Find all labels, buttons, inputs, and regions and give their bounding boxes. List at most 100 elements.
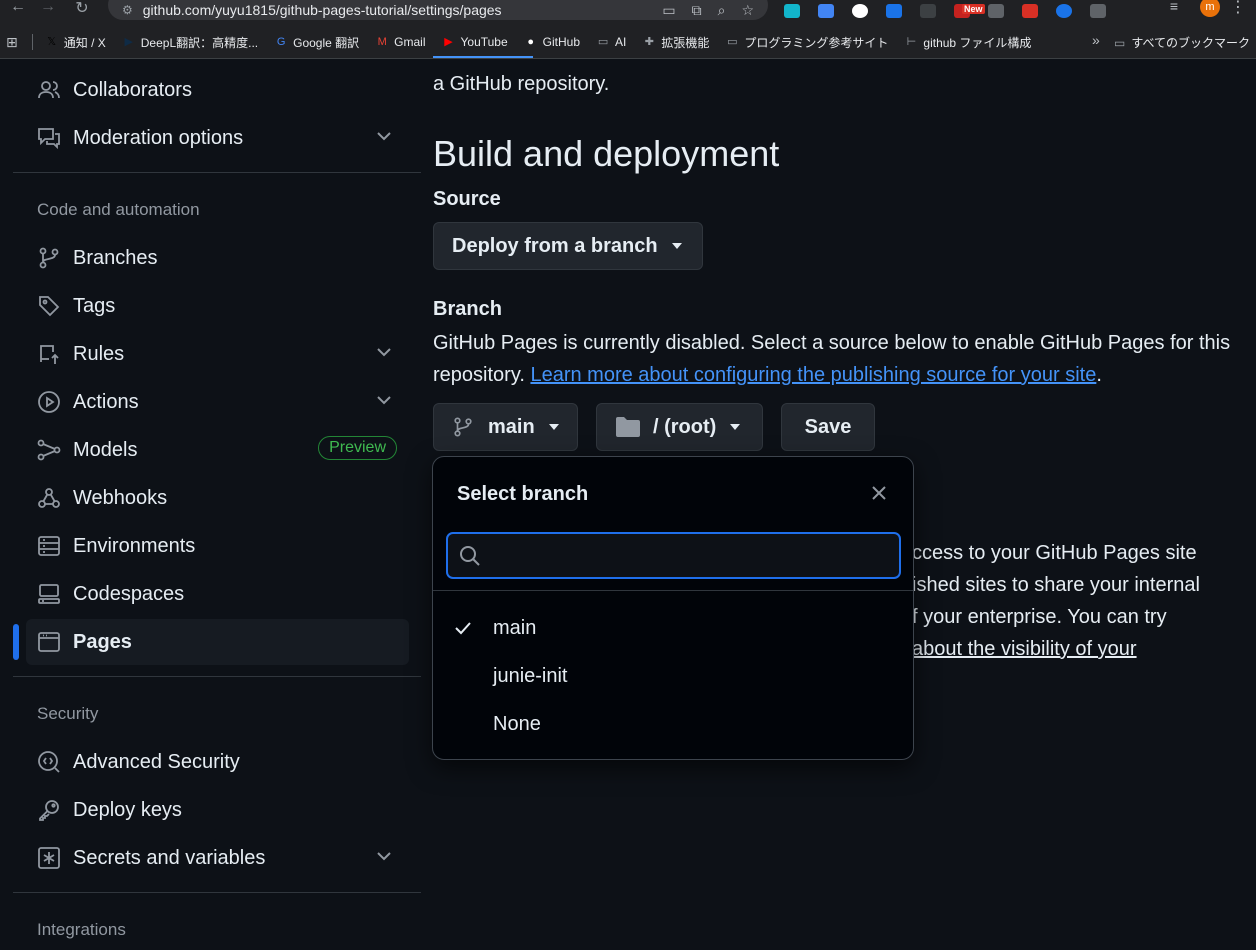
extension-blue-icon[interactable] (886, 4, 902, 18)
all-bookmarks-label: すべてのブックマーク (1131, 36, 1250, 50)
sidebar-item-moderation-options[interactable]: Moderation options (26, 115, 409, 161)
chevron-down-icon[interactable] (375, 847, 393, 865)
extension-shazam-icon[interactable] (1056, 4, 1072, 18)
install-app-icon[interactable]: ▭ (662, 2, 675, 19)
branch-option-junie-init[interactable]: junie-init (433, 653, 913, 699)
intro-link-fragment[interactable] (433, 48, 533, 58)
browser-toolbar: ← → ↻ ⚙ github.com/yuyu1815/github-pages… (0, 0, 1256, 26)
media-control-icon[interactable]: ≡ (1170, 0, 1178, 14)
bookmark-star-icon[interactable]: ☆ (741, 2, 754, 19)
sidebar-divider (13, 676, 421, 677)
site-info-icon[interactable]: ⚙ (122, 3, 133, 17)
extensions-puzzle-icon[interactable] (1090, 4, 1106, 18)
triangle-down-icon (730, 424, 741, 430)
sidebar-item-collaborators[interactable]: Collaborators (26, 67, 409, 113)
codespaces-icon (36, 581, 62, 607)
sidebar-item-models[interactable]: Models Preview (26, 427, 409, 473)
bookmark-item[interactable]: ⊢ github ファイル構成 (904, 34, 1032, 51)
sidebar-item-label: Codespaces (73, 582, 185, 605)
translate-extension-icon[interactable] (784, 4, 800, 18)
branch-option-label: None (493, 712, 541, 735)
bookmark-label: Google 翻訳 (293, 35, 360, 50)
chevron-down-icon[interactable] (375, 343, 393, 361)
sidebar-item-label: Moderation options (73, 126, 244, 149)
zoom-icon[interactable]: ⌕ (718, 2, 726, 19)
source-label: Source (433, 188, 501, 210)
sidebar-item-deploy-keys[interactable]: Deploy keys (26, 787, 409, 833)
google-translate-extension-icon[interactable] (818, 4, 834, 18)
bookmark-item[interactable]: 𝕏 通知 / X (45, 34, 105, 51)
extension-clip-icon[interactable] (920, 4, 936, 18)
sidebar-item-label: Actions (73, 390, 139, 413)
branch-search-input[interactable] (490, 545, 890, 566)
bookmark-item[interactable]: G Google 翻訳 (274, 34, 359, 51)
sidebar-item-branches[interactable]: Branches (26, 235, 409, 281)
save-button[interactable]: Save (781, 403, 875, 451)
learn-more-link[interactable]: Learn more about configuring the publish… (530, 364, 1096, 386)
chevron-down-icon[interactable] (375, 391, 393, 409)
bookmark-item[interactable]: ✚ 拡張機能 (642, 34, 710, 51)
visibility-text-line: ished sites to share your internal (912, 574, 1200, 596)
reload-icon[interactable]: ↻ (64, 0, 100, 18)
sidebar-item-actions[interactable]: Actions (26, 379, 409, 425)
sidebar-divider (13, 172, 421, 173)
branch-option-none[interactable]: None (433, 701, 913, 747)
all-bookmarks[interactable]: ▭ すべてのブックマーク (1114, 34, 1250, 51)
forward-icon[interactable]: → (30, 0, 66, 16)
menu-icon[interactable]: ⋮ (1230, 0, 1246, 17)
check-icon (433, 618, 493, 638)
branch-option-main[interactable]: main (433, 605, 913, 651)
sidebar-item-secrets-and-variables[interactable]: Secrets and variables (26, 835, 409, 881)
key-asterisk-icon (36, 845, 62, 871)
settings-sidebar: Collaborators Moderation options Code an… (0, 60, 421, 950)
youtube-icon: ▶ (444, 36, 453, 48)
sidebar-item-webhooks[interactable]: Webhooks (26, 475, 409, 521)
source-dropdown-button[interactable]: Deploy from a branch (433, 222, 703, 270)
visibility-learn-more-link[interactable]: about the visibility of your (912, 638, 1137, 661)
profile-avatar[interactable]: m (1200, 0, 1220, 17)
branch-search-field[interactable] (446, 532, 901, 579)
sidebar-item-label: Models (73, 438, 138, 461)
google-translate-icon: G (276, 36, 286, 48)
search-icon (458, 544, 482, 568)
sidebar-item-label: Pages (73, 630, 132, 653)
sidebar-item-label: Branches (73, 246, 158, 269)
dropdown-title: Select branch (457, 483, 589, 505)
bookmark-label: Gmail (394, 35, 426, 49)
translate-page-icon[interactable]: ⧉ (692, 2, 702, 19)
more-bookmarks-icon[interactable]: » (1092, 32, 1100, 48)
sidebar-divider (13, 892, 421, 893)
bookmark-item[interactable]: M Gmail (375, 35, 426, 49)
extension-ip-icon[interactable] (1022, 4, 1038, 18)
branch-select-button[interactable]: main (433, 403, 578, 451)
new-badge: New (962, 4, 985, 14)
ai-model-icon (36, 437, 62, 463)
git-branch-icon (452, 416, 474, 438)
section-heading-security: Security (37, 704, 99, 723)
bookmark-item[interactable]: ▶ YouTube (442, 35, 507, 49)
bookmark-item[interactable]: ● GitHub (524, 35, 580, 49)
address-url[interactable]: github.com/yuyu1815/github-pages-tutoria… (143, 2, 502, 18)
sidebar-item-advanced-security[interactable]: Advanced Security (26, 739, 409, 785)
chevron-down-icon[interactable] (375, 127, 393, 145)
close-icon[interactable] (869, 483, 889, 503)
sidebar-item-tags[interactable]: Tags (26, 283, 409, 329)
github-icon: ● (527, 36, 534, 48)
bookmark-item[interactable]: ▶ DeepL翻訳：高精度... (122, 34, 259, 51)
sidebar-item-pages[interactable]: Pages (26, 619, 409, 665)
apps-grid-icon[interactable]: ⊞ (6, 34, 18, 51)
browser-icon (36, 629, 62, 655)
bookmark-item[interactable]: ▭ プログラミング参考サイト (725, 34, 888, 51)
sidebar-item-codespaces[interactable]: Codespaces (26, 571, 409, 617)
bookmark-item[interactable]: ▭ AI (596, 35, 627, 49)
visibility-text-line: f your enterprise. You can try (912, 606, 1167, 628)
sidebar-item-rules[interactable]: Rules (26, 331, 409, 377)
tag-icon (36, 293, 62, 319)
section-heading-integrations: Integrations (37, 920, 126, 939)
file-directory-icon (615, 416, 641, 438)
extension-shield-icon[interactable] (852, 4, 868, 18)
sidebar-item-environments[interactable]: Environments (26, 523, 409, 569)
folder-select-button[interactable]: / (root) (596, 403, 763, 451)
extension-trash-icon[interactable] (988, 4, 1004, 18)
address-bar[interactable]: ⚙ github.com/yuyu1815/github-pages-tutor… (108, 0, 768, 20)
